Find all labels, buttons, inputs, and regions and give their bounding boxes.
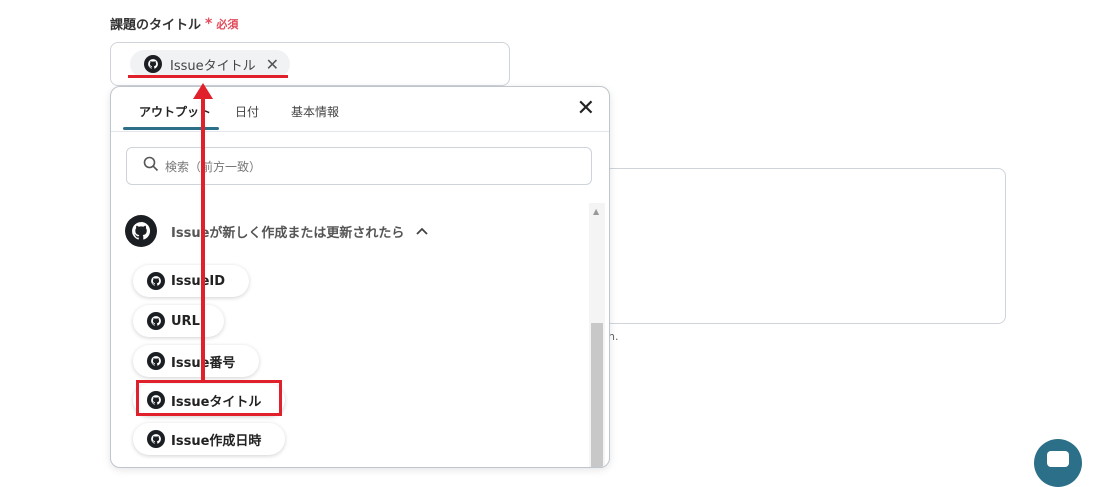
chevron-up-icon[interactable]	[416, 224, 429, 238]
group-title: Issueが新しく作成または更新されたら	[171, 225, 405, 241]
scroll-thumb[interactable]	[591, 323, 603, 467]
github-icon	[144, 55, 162, 73]
close-icon[interactable]: ✕	[577, 98, 595, 120]
github-icon	[125, 215, 157, 247]
chat-icon	[1047, 451, 1069, 467]
item-label: Issue作成日時	[171, 433, 262, 449]
search-icon	[143, 156, 159, 176]
annotation-arrow-shaft	[201, 96, 205, 382]
required-badge: 必須	[216, 17, 239, 31]
annotation-underline	[128, 75, 288, 78]
search-placeholder: 検索（前方一致）	[165, 159, 262, 174]
variable-item-issue-number[interactable]: Issue番号	[133, 345, 260, 377]
tab-date[interactable]: 日付	[235, 103, 259, 120]
background-textarea[interactable]	[580, 168, 1006, 324]
github-icon	[147, 430, 165, 448]
tab-bar: アウトプット 日付 基本情報	[111, 87, 609, 132]
variable-item-issue-id[interactable]: IssueID	[133, 265, 250, 297]
annotation-arrow-head	[193, 83, 213, 99]
annotation-highlight-box	[136, 380, 282, 416]
chat-fab-button[interactable]	[1034, 439, 1082, 487]
item-label: URL	[171, 313, 200, 329]
github-icon	[147, 312, 165, 330]
field-label-text: 課題のタイトル	[110, 18, 202, 33]
remove-chip-icon[interactable]: ✕	[266, 55, 279, 74]
scrollbar[interactable]: ▲	[589, 203, 605, 467]
selected-chip-label: Issueタイトル	[170, 58, 256, 74]
scroll-up-arrow-icon[interactable]: ▲	[593, 207, 599, 216]
variable-item-issue-created-at[interactable]: Issue作成日時	[133, 423, 286, 455]
field-label: 課題のタイトル * 必須	[110, 14, 239, 34]
trigger-group-header[interactable]: Issueが新しく作成または更新されたら	[125, 215, 429, 247]
required-star: *	[205, 15, 213, 32]
item-label: IssueID	[171, 273, 226, 289]
variable-item-url[interactable]: URL	[133, 305, 224, 337]
tab-basic-info[interactable]: 基本情報	[291, 103, 339, 120]
selected-variable-chip[interactable]: Issueタイトル ✕	[130, 50, 290, 78]
github-icon	[147, 352, 165, 370]
github-icon	[147, 272, 165, 290]
search-input[interactable]: 検索（前方一致）	[126, 147, 592, 185]
